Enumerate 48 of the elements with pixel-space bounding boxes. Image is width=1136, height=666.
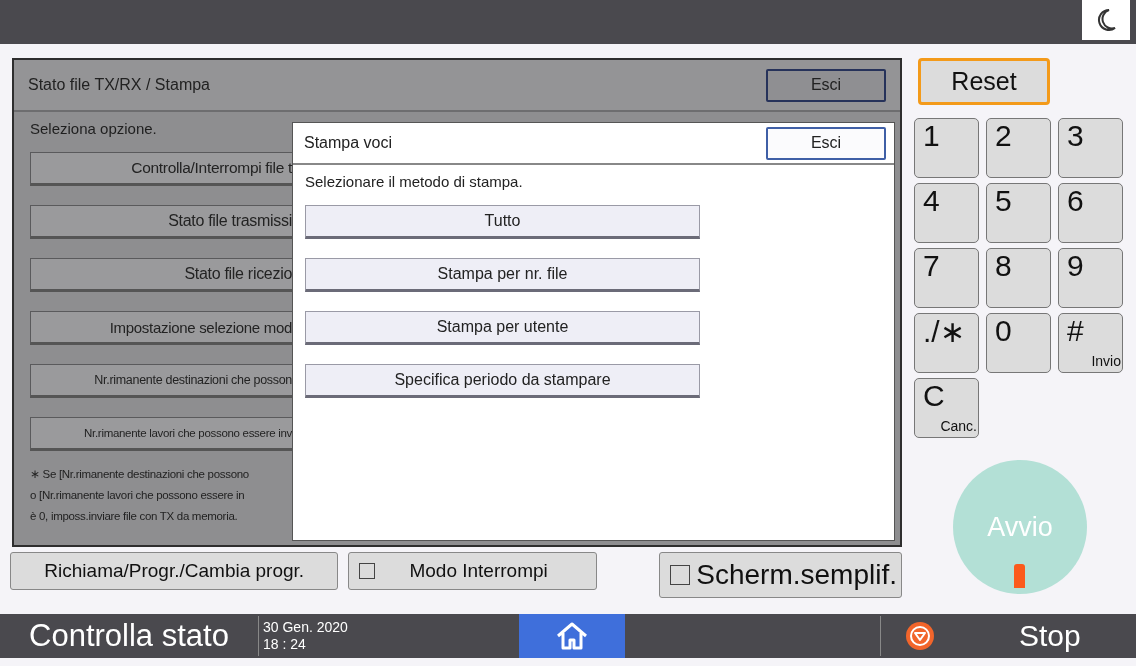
keypad-key[interactable]: # Invio: [1058, 313, 1123, 373]
keypad-key[interactable]: 1: [914, 118, 979, 178]
stop-button[interactable]: Stop: [881, 614, 1136, 658]
option-button[interactable]: Stato file ricezio: [30, 258, 292, 292]
keypad-key[interactable]: 3: [1058, 118, 1123, 178]
keypad-key[interactable]: 7: [914, 248, 979, 308]
indicator-icon: [1014, 564, 1025, 588]
interrupt-mode-button[interactable]: Modo Interrompi: [348, 552, 598, 590]
keypad-key[interactable]: 2: [986, 118, 1051, 178]
keypad-key[interactable]: 8: [986, 248, 1051, 308]
keypad-key[interactable]: 9: [1058, 248, 1123, 308]
moon-icon: [1095, 8, 1117, 32]
dialog-title: Stampa voci: [304, 134, 393, 152]
keypad-key[interactable]: 0: [986, 313, 1051, 373]
checkbox[interactable]: [670, 565, 691, 585]
note-text: o [Nr.rimanente lavori che possono essere in: [30, 488, 246, 503]
option-button[interactable]: Nr.rimanente lavori che possono essere inv: [30, 417, 292, 451]
keypad-key[interactable]: 4: [914, 183, 979, 243]
sleep-button[interactable]: [1082, 0, 1130, 40]
option-button[interactable]: Nr.rimanente destinazioni che posson: [30, 364, 292, 398]
keypad-key[interactable]: 6: [1058, 183, 1123, 243]
home-icon: [556, 622, 588, 650]
check-status-button[interactable]: Controlla stato: [0, 614, 258, 658]
exit-button[interactable]: Esci: [766, 68, 886, 102]
print-option-button[interactable]: Stampa per nr. file: [305, 258, 700, 292]
checkbox[interactable]: [359, 563, 376, 579]
keypad-key[interactable]: C Canc.: [914, 378, 979, 438]
prompt-text: Selezionare il metodo di stampa.: [305, 173, 524, 190]
option-button[interactable]: Controlla/Interrompi file t: [30, 152, 292, 186]
note-text: è 0, imposs.inviare file con TX da memoria.: [30, 509, 239, 524]
keypad-key[interactable]: ./∗: [914, 313, 979, 373]
panel-title: Stato file TX/RX / Stampa: [28, 76, 210, 94]
time-text: 18 : 24: [263, 636, 307, 653]
prompt-text: Seleziona opzione.: [30, 120, 158, 137]
keypad-key[interactable]: 5: [986, 183, 1051, 243]
recall-program-button[interactable]: Richiama/Progr./Cambia progr.: [10, 552, 339, 590]
simple-screen-button[interactable]: Scherm.semplif.: [659, 552, 902, 598]
exit-button[interactable]: Esci: [766, 126, 886, 160]
option-button[interactable]: Stato file trasmissi: [30, 205, 292, 239]
stop-icon: [905, 621, 935, 651]
print-option-button[interactable]: Specifica periodo da stampare: [305, 364, 700, 398]
print-option-button[interactable]: Tutto: [305, 205, 700, 239]
note-text: ∗ Se [Nr.rimanente destinazioni che possono: [30, 467, 250, 482]
reset-button[interactable]: Reset: [918, 58, 1050, 105]
print-option-button[interactable]: Stampa per utente: [305, 311, 700, 345]
home-button[interactable]: [519, 614, 625, 658]
date-text: 30 Gen. 2020: [263, 619, 349, 636]
option-button[interactable]: Impostazione selezione mod: [30, 311, 292, 345]
